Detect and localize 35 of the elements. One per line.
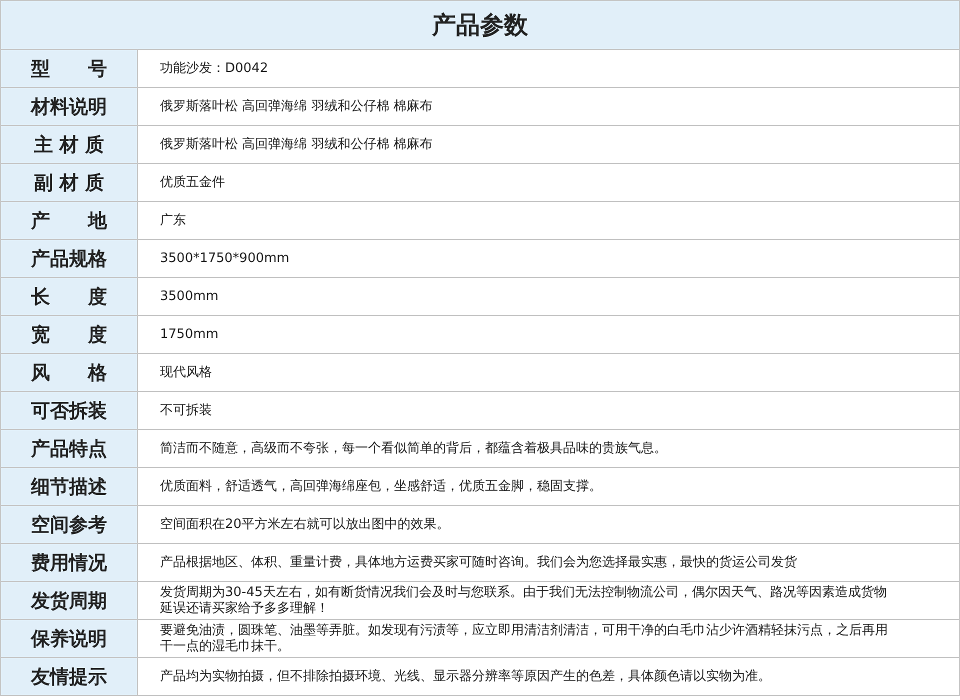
row-value: 广东 xyxy=(160,212,186,228)
row-value: 优质面料，舒适透气，高回弹海绵座包，坐感舒适，优质五金脚，稳固支撑。 xyxy=(160,478,602,494)
row-label: 产 地 xyxy=(0,202,138,240)
row-label: 长 度 xyxy=(0,278,138,316)
row-value: 优质五金件 xyxy=(160,174,225,190)
row-value: 1750mm xyxy=(160,326,218,342)
row-value: 简洁而不随意，高级而不夸张，每一个看似简单的背后，都蕴含着极具品味的贵族气息。 xyxy=(160,440,667,456)
row-value: 空间面积在20平方米左右就可以放出图中的效果。 xyxy=(160,516,450,532)
row-label: 产品规格 xyxy=(0,240,138,278)
row-value: 产品根据地区、体积、重量计费，具体地方运费买家可随时咨询。我们会为您选择最实惠，最快的货运公司发货 xyxy=(160,554,797,570)
table-title: 产品参数 xyxy=(0,0,960,50)
row-value: 现代风格 xyxy=(160,364,212,380)
row-label: 产品特点 xyxy=(0,430,138,468)
row-value: 不可拆装 xyxy=(160,402,212,418)
row-label: 宽 度 xyxy=(0,316,138,354)
row-value: 俄罗斯落叶松 高回弹海绵 羽绒和公仔棉 棉麻布 xyxy=(160,98,432,114)
row-label: 费用情况 xyxy=(0,544,138,582)
row-label: 风 格 xyxy=(0,354,138,392)
row-value: 功能沙发：D0042 xyxy=(160,60,268,76)
row-label: 副 材 质 xyxy=(0,164,138,202)
row-label: 主 材 质 xyxy=(0,126,138,164)
row-label: 细节描述 xyxy=(0,468,138,506)
row-label: 发货周期 xyxy=(0,582,138,620)
row-label: 友情提示 xyxy=(0,658,138,696)
row-value: 产品均为实物拍摄，但不排除拍摄环境、光线、显示器分辨率等原因产生的色差，具体颜色请以实物为准。 xyxy=(160,668,771,684)
row-label: 空间参考 xyxy=(0,506,138,544)
row-label: 型 号 xyxy=(0,50,138,88)
row-value: 3500*1750*900mm xyxy=(160,250,290,266)
row-value: 要避免油渍，圆珠笔、油墨等弄脏。如发现有污渍等，应立即用清洁剂清洁，可用干净的白毛巾沾少许酒精轻抹污点，之后再用干一点的湿毛巾抹干。 xyxy=(160,622,889,654)
row-value: 俄罗斯落叶松 高回弹海绵 羽绒和公仔棉 棉麻布 xyxy=(160,136,432,152)
row-label: 可否拆装 xyxy=(0,392,138,430)
row-label: 材料说明 xyxy=(0,88,138,126)
row-value: 3500mm xyxy=(160,288,218,304)
row-label: 保养说明 xyxy=(0,620,138,658)
row-value: 发货周期为30-45天左右，如有断货情况我们会及时与您联系。由于我们无法控制物流公司，偶尔因天气、路况等因素造成货物延误还请买家给予多多理解！ xyxy=(160,584,888,616)
